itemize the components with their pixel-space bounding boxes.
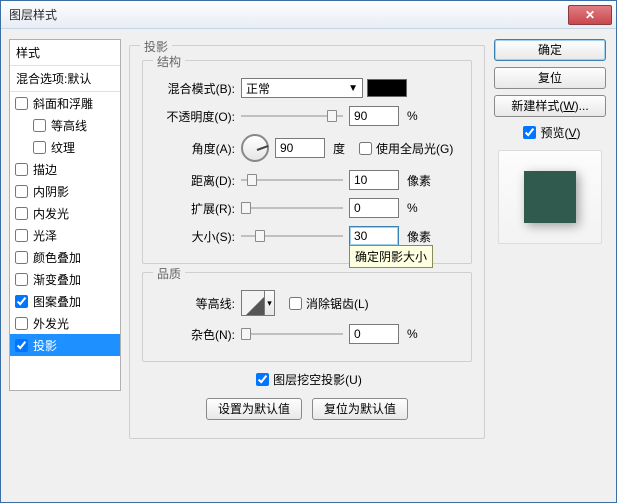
opacity-unit: % (407, 109, 418, 123)
style-check-contour[interactable] (33, 119, 46, 132)
distance-input[interactable]: 10 (349, 170, 399, 190)
distance-slider[interactable] (241, 173, 343, 187)
spread-label: 扩展(R): (153, 200, 241, 217)
global-light-checkbox[interactable] (359, 142, 372, 155)
blend-mode-value: 正常 (246, 80, 270, 97)
cancel-button[interactable]: 复位 (494, 67, 606, 89)
structure-group: 结构 混合模式(B): 正常 ▼ 不透明度(O): (142, 60, 472, 264)
set-default-button[interactable]: 设置为默认值 (206, 398, 302, 420)
distance-label: 距离(D): (153, 172, 241, 189)
style-item-innerglow[interactable]: 内发光 (10, 202, 120, 224)
style-label: 投影 (33, 337, 57, 354)
blend-mode-combo[interactable]: 正常 ▼ (241, 78, 363, 98)
contour-picker[interactable]: ▾ (241, 290, 275, 316)
antialias-checkbox[interactable] (289, 297, 302, 310)
style-label: 内阴影 (33, 183, 69, 200)
style-label: 图案叠加 (33, 293, 81, 310)
main-panel: 投影 结构 混合模式(B): 正常 ▼ 不透明度(O): (129, 33, 485, 439)
shadow-color-chip[interactable] (367, 79, 407, 97)
style-label: 光泽 (33, 227, 57, 244)
style-item-coloroverlay[interactable]: 颜色叠加 (10, 246, 120, 268)
distance-unit: 像素 (407, 172, 431, 189)
style-check-innershadow[interactable] (15, 185, 28, 198)
titlebar: 图层样式 ✕ (1, 1, 616, 29)
style-item-satin[interactable]: 光泽 (10, 224, 120, 246)
style-label: 描边 (33, 161, 57, 178)
ok-button[interactable]: 确定 (494, 39, 606, 61)
opacity-label: 不透明度(O): (153, 108, 241, 125)
noise-input[interactable]: 0 (349, 324, 399, 344)
spread-slider[interactable] (241, 201, 343, 215)
style-check-innerglow[interactable] (15, 207, 28, 220)
quality-group: 品质 等高线: ▾ 消除锯齿(L) 杂色(N): (142, 272, 472, 362)
close-button[interactable]: ✕ (568, 5, 612, 25)
style-check-dropshadow[interactable] (15, 339, 28, 352)
size-input[interactable]: 30 (349, 226, 399, 246)
style-label: 等高线 (51, 117, 87, 134)
styles-sidebar: 样式 混合选项:默认 斜面和浮雕 等高线 纹理 描边 内阴影 (9, 39, 121, 391)
style-check-satin[interactable] (15, 229, 28, 242)
noise-unit: % (407, 327, 418, 341)
preview-checkbox[interactable] (523, 126, 536, 139)
style-check-bevel[interactable] (15, 97, 28, 110)
style-check-outerglow[interactable] (15, 317, 28, 330)
chevron-down-icon: ▼ (348, 83, 358, 94)
reset-default-button[interactable]: 复位为默认值 (312, 398, 408, 420)
style-check-patternoverlay[interactable] (15, 295, 28, 308)
style-label: 纹理 (51, 139, 75, 156)
style-item-dropshadow[interactable]: 投影 (10, 334, 120, 356)
close-icon: ✕ (585, 8, 595, 22)
style-label: 渐变叠加 (33, 271, 81, 288)
style-check-stroke[interactable] (15, 163, 28, 176)
size-label: 大小(S): (153, 228, 241, 245)
size-unit: 像素 (407, 228, 431, 245)
spread-unit: % (407, 201, 418, 215)
angle-dial[interactable] (241, 134, 269, 162)
style-item-innershadow[interactable]: 内阴影 (10, 180, 120, 202)
style-label: 颜色叠加 (33, 249, 81, 266)
chevron-down-icon: ▾ (264, 291, 274, 315)
preview-label: 预览(V) (540, 124, 580, 141)
style-label: 斜面和浮雕 (33, 95, 93, 112)
opacity-input[interactable]: 90 (349, 106, 399, 126)
style-item-stroke[interactable]: 描边 (10, 158, 120, 180)
style-check-texture[interactable] (33, 141, 46, 154)
style-label: 内发光 (33, 205, 69, 222)
sidebar-header: 样式 (10, 40, 120, 66)
global-light-check[interactable]: 使用全局光(G) (355, 139, 453, 158)
style-item-contour[interactable]: 等高线 (10, 114, 120, 136)
angle-unit: 度 (333, 140, 345, 157)
knockout-checkbox[interactable] (256, 373, 269, 386)
style-item-outerglow[interactable]: 外发光 (10, 312, 120, 334)
right-column: 确定 复位 新建样式(W)... 预览(V) (494, 39, 606, 244)
angle-input[interactable]: 90 (275, 138, 325, 158)
style-item-texture[interactable]: 纹理 (10, 136, 120, 158)
noise-slider[interactable] (241, 327, 343, 341)
style-check-gradientoverlay[interactable] (15, 273, 28, 286)
style-label: 外发光 (33, 315, 69, 332)
spread-input[interactable]: 0 (349, 198, 399, 218)
contour-label: 等高线: (153, 295, 241, 312)
style-check-coloroverlay[interactable] (15, 251, 28, 264)
sidebar-blend-options[interactable]: 混合选项:默认 (10, 66, 120, 92)
size-tooltip: 确定阴影大小 (349, 245, 433, 268)
angle-label: 角度(A): (153, 140, 241, 157)
preview-swatch (524, 171, 576, 223)
style-item-bevel[interactable]: 斜面和浮雕 (10, 92, 120, 114)
layer-style-dialog: 图层样式 ✕ 样式 混合选项:默认 斜面和浮雕 等高线 纹理 描边 (0, 0, 617, 503)
quality-title: 品质 (153, 265, 185, 282)
opacity-slider[interactable] (241, 109, 343, 123)
knockout-check[interactable]: 图层挖空投影(U) (252, 370, 362, 389)
style-item-patternoverlay[interactable]: 图案叠加 (10, 290, 120, 312)
style-item-gradientoverlay[interactable]: 渐变叠加 (10, 268, 120, 290)
preview-box (498, 150, 602, 244)
noise-label: 杂色(N): (153, 326, 241, 343)
blend-mode-label: 混合模式(B): (153, 80, 241, 97)
window-title: 图层样式 (9, 6, 57, 23)
antialias-check[interactable]: 消除锯齿(L) (285, 294, 369, 313)
size-slider[interactable] (241, 229, 343, 243)
new-style-button[interactable]: 新建样式(W)... (494, 95, 606, 117)
content-area: 样式 混合选项:默认 斜面和浮雕 等高线 纹理 描边 内阴影 (1, 29, 616, 502)
structure-title: 结构 (153, 53, 185, 70)
